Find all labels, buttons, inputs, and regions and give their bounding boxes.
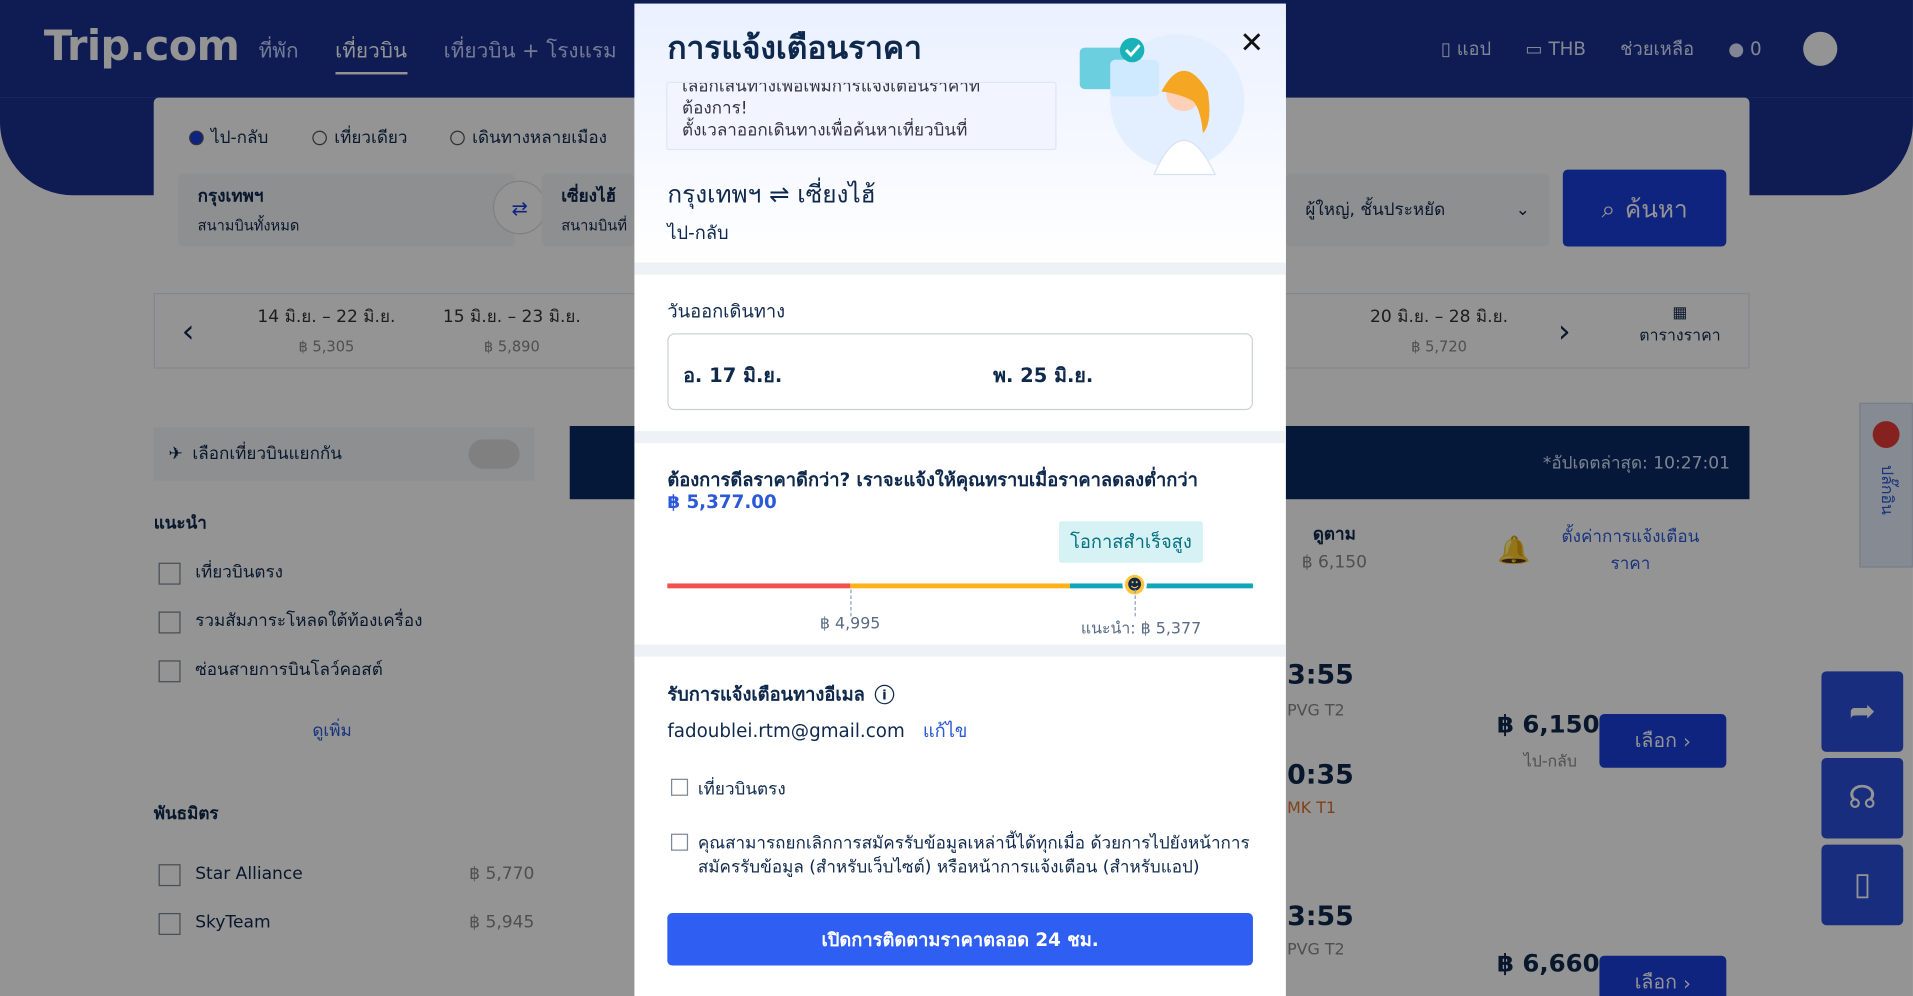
checkbox[interactable] [671, 833, 689, 851]
email-row: fadoublei.rtm@gmail.com แก้ไข [667, 716, 967, 745]
divider [634, 644, 1286, 657]
depart-label: วันออกเดินทาง [667, 300, 786, 323]
return-date: พ. 25 มิ.ย. [993, 363, 1094, 387]
consent-checkbox[interactable]: คุณสามารถยกเลิกการสมัครรับข้อมูลเหล่านี้… [671, 831, 1281, 880]
trip-type: ไป-กลับ [667, 222, 729, 245]
info-icon[interactable]: i [874, 684, 895, 705]
app-scaled: Trip.com ที่พัก เที่ยวบิน เที่ยวบิน + โร… [0, 0, 1913, 996]
price-bar-teal [1069, 583, 1253, 589]
edit-email-link[interactable]: แก้ไข [923, 720, 968, 742]
scale-recommended-label: แนะนำ: ฿ 5,377 [1080, 620, 1202, 639]
date-selector[interactable]: อ. 17 มิ.ย. พ. 25 มิ.ย. [667, 333, 1253, 411]
tick-recommended [1134, 589, 1136, 617]
divider [634, 262, 1286, 275]
modal-title: การแจ้งเตือนราคา [667, 30, 922, 68]
tick-low [850, 589, 852, 617]
email-alert-label: รับการแจ้งเตือนทางอีเมล i [667, 680, 895, 709]
tip-box: เลือกเส้นทางเพื่อเพิ่มการแจ้งเตือนราคาที… [666, 81, 1057, 151]
success-chance-badge: โอกาสสำเร็จสูง [1058, 521, 1203, 563]
email-value: fadoublei.rtm@gmail.com [667, 720, 905, 743]
checkbox[interactable] [671, 778, 689, 796]
price-alert-modal: การแจ้งเตือนราคา ✕ เลือกเส้นทางเพื่อเพิ่… [634, 3, 1286, 996]
divider [634, 430, 1286, 444]
depart-date: อ. 17 มิ.ย. [683, 363, 783, 387]
price-bar-red [667, 583, 851, 589]
route-title: กรุงเทพฯ ⇌ เซี่ยงไฮ้ [667, 179, 876, 209]
target-price: ฿ 5,377.00 [667, 490, 777, 513]
scale-low-label: ฿ 4,995 [819, 615, 881, 634]
illustration [1079, 34, 1245, 176]
price-bar-orange [850, 583, 1070, 589]
app: Trip.com ที่พัก เที่ยวบิน เที่ยวบิน + โร… [0, 0, 1913, 996]
enable-tracking-button[interactable]: เปิดการติดตามราคาตลอด 24 ชม. [667, 913, 1253, 966]
direct-flight-checkbox[interactable]: เที่ยวบินตรง [671, 776, 786, 803]
